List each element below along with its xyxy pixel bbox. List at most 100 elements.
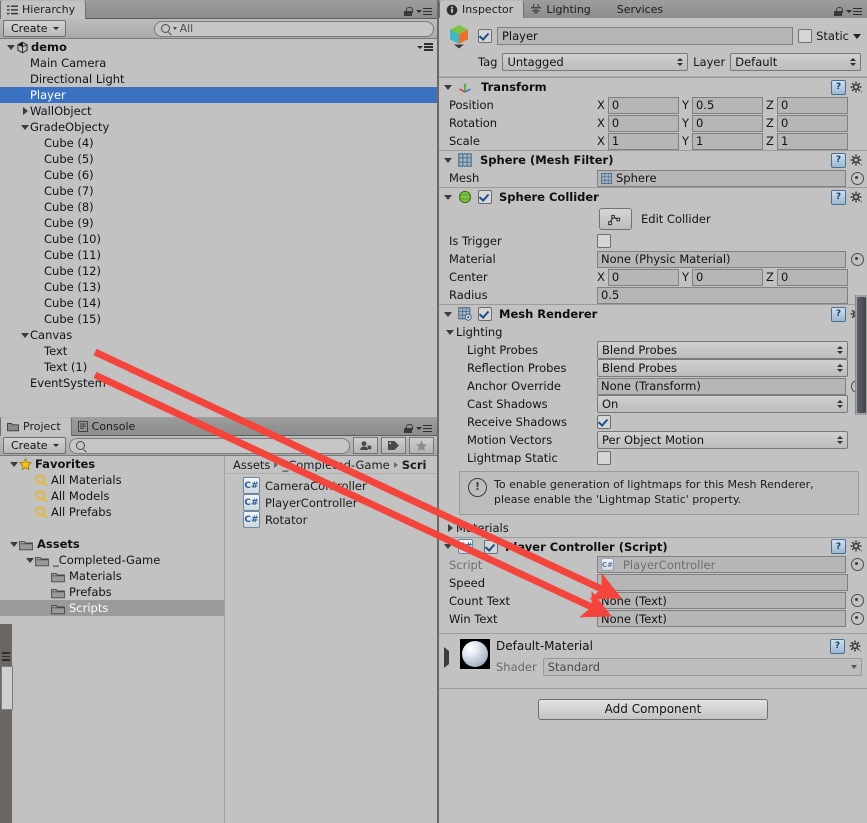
transform-position-x[interactable]: 0 <box>607 96 679 114</box>
hierarchy-search-input[interactable]: All <box>153 20 434 37</box>
win-text-object-field[interactable]: None (Text) <box>597 610 846 628</box>
hierarchy-item-cube-10[interactable]: Cube (10) <box>0 231 437 247</box>
foldout-icon[interactable] <box>444 639 454 668</box>
count-text-object-field[interactable]: None (Text) <box>597 592 846 610</box>
lighting-foldout[interactable]: Lighting <box>439 323 867 341</box>
script-object-field[interactable]: C# PlayerController <box>597 556 846 574</box>
transform-scale-z[interactable]: 1 <box>776 132 848 150</box>
project-tree-item-scripts[interactable]: Scripts <box>0 600 224 616</box>
breadcrumb[interactable]: Assets _Completed-Game Scri <box>225 456 437 474</box>
project-tree-item-favorites[interactable]: Favorites <box>0 456 224 472</box>
hierarchy-item-cube-4[interactable]: Cube (4) <box>0 135 437 151</box>
edit-collider-button[interactable] <box>599 208 632 230</box>
hierarchy-item-cube-15[interactable]: Cube (15) <box>0 311 437 327</box>
collider-material-field[interactable]: None (Physic Material) <box>597 250 846 268</box>
mesh-filter-component-header[interactable]: Sphere (Mesh Filter) ? <box>439 150 867 169</box>
inspector-scrollbar[interactable] <box>855 295 867 415</box>
hierarchy-item-wallobject[interactable]: WallObject <box>0 103 437 119</box>
hierarchy-item-demo[interactable]: demo <box>0 39 437 55</box>
static-toggle[interactable]: Static <box>798 29 861 43</box>
hierarchy-item-main-camera[interactable]: Main Camera <box>0 55 437 71</box>
help-icon[interactable]: ? <box>831 539 846 555</box>
foldout-icon[interactable] <box>442 311 454 317</box>
anchor-override-object-field[interactable]: None (Transform) <box>597 377 846 395</box>
asset-item-rotator[interactable]: C# Rotator <box>225 511 437 528</box>
hierarchy-item-cube-9[interactable]: Cube (9) <box>0 215 437 231</box>
transform-scale-y[interactable]: 1 <box>691 132 764 150</box>
asset-item-playercontroller[interactable]: C# PlayerController <box>225 494 437 511</box>
hierarchy-item-cube-12[interactable]: Cube (12) <box>0 263 437 279</box>
project-create-button[interactable]: Create <box>3 437 66 454</box>
project-tree-item-all-materials[interactable]: All Materials <box>0 472 224 488</box>
gear-icon[interactable] <box>850 540 863 553</box>
project-search-input[interactable] <box>68 437 350 454</box>
mesh-renderer-component-header[interactable]: Mesh Renderer ? <box>439 304 867 323</box>
receive-shadows-checkbox[interactable] <box>597 415 611 429</box>
foldout-icon[interactable] <box>20 124 30 130</box>
foldout-icon[interactable] <box>442 544 454 550</box>
project-tree-item-all-models[interactable]: All Models <box>0 488 224 504</box>
collider-center-z[interactable]: 0 <box>776 268 848 286</box>
foldout-icon[interactable] <box>442 194 454 200</box>
save-filter-star-icon[interactable] <box>409 437 434 454</box>
hierarchy-item-eventsystem[interactable]: EventSystem <box>0 375 437 391</box>
collider-center-x[interactable]: 0 <box>607 268 679 286</box>
add-component-button[interactable]: Add Component <box>538 698 768 720</box>
tag-dropdown[interactable]: Untagged <box>502 53 689 71</box>
help-icon[interactable]: ? <box>831 152 846 168</box>
foldout-icon[interactable] <box>24 557 35 563</box>
materials-foldout[interactable]: Materials <box>439 519 867 537</box>
hierarchy-item-cube-6[interactable]: Cube (6) <box>0 167 437 183</box>
hierarchy-item-cube-5[interactable]: Cube (5) <box>0 151 437 167</box>
transform-rotation-x[interactable]: 0 <box>607 114 679 132</box>
asset-item-cameracontroller[interactable]: C# CameraController <box>225 477 437 494</box>
motion-vectors-dropdown[interactable]: Per Object Motion <box>597 431 848 449</box>
cast-shadows-dropdown[interactable]: On <box>597 395 848 413</box>
lightmap-static-checkbox[interactable] <box>597 451 611 465</box>
foldout-icon[interactable] <box>444 523 456 532</box>
hierarchy-item-cube-7[interactable]: Cube (7) <box>0 183 437 199</box>
player-controller-component-header[interactable]: C# Player Controller (Script) ? <box>439 536 867 556</box>
tab-project[interactable]: Project <box>0 417 72 436</box>
project-tree-item-prefabs[interactable]: Prefabs <box>0 584 224 600</box>
object-picker-icon[interactable] <box>851 171 864 185</box>
static-checkbox[interactable] <box>798 29 813 43</box>
project-tree-item-materials[interactable]: Materials <box>0 568 224 584</box>
breadcrumb-item-1[interactable]: _Completed-Game <box>282 458 389 472</box>
search-by-type-icon[interactable] <box>353 437 378 454</box>
tab-inspector[interactable]: Inspector <box>439 0 525 19</box>
hierarchy-tree[interactable]: demo Main Camera Directional Light Player Wa… <box>0 39 437 391</box>
transform-rotation-z[interactable]: 0 <box>776 114 848 132</box>
sphere-collider-component-header[interactable]: Sphere Collider ? <box>439 187 867 206</box>
shader-dropdown[interactable]: Standard <box>542 657 862 676</box>
hierarchy-item-cube-11[interactable]: Cube (11) <box>0 247 437 263</box>
hierarchy-item-cube-13[interactable]: Cube (13) <box>0 279 437 295</box>
game-object-name-field[interactable]: Player <box>497 27 794 45</box>
help-icon[interactable]: ? <box>831 306 846 322</box>
project-tree-item-completed-game[interactable]: _Completed-Game <box>0 552 224 568</box>
layer-dropdown[interactable]: Default <box>730 53 861 71</box>
foldout-icon[interactable] <box>442 84 454 90</box>
hierarchy-item-text-1[interactable]: Text (1) <box>0 359 437 375</box>
light-probes-dropdown[interactable]: Blend Probes <box>597 341 848 359</box>
collider-radius-field[interactable]: 0.5 <box>597 286 848 304</box>
asset-list[interactable]: C# CameraController C# PlayerController C# Ro… <box>225 474 437 528</box>
object-picker-icon[interactable] <box>851 252 864 266</box>
project-tree-item-all-prefabs[interactable]: All Prefabs <box>0 504 224 520</box>
help-icon[interactable]: ? <box>830 638 845 654</box>
mesh-renderer-enabled-checkbox[interactable] <box>478 307 492 321</box>
object-picker-icon[interactable] <box>851 612 864 626</box>
breadcrumb-item-2[interactable]: Scri <box>402 458 427 472</box>
inspector-scrollbar-thumb[interactable] <box>857 297 866 413</box>
player-controller-enabled-checkbox[interactable] <box>484 539 498 554</box>
transform-component-header[interactable]: Transform ? <box>439 77 867 96</box>
foldout-icon[interactable] <box>8 541 19 547</box>
scene-context-menu-icon[interactable] <box>417 43 433 51</box>
tab-hierarchy[interactable]: Hierarchy <box>0 0 87 19</box>
hierarchy-item-cube-14[interactable]: Cube (14) <box>0 295 437 311</box>
game-object-enabled-checkbox[interactable] <box>478 29 492 43</box>
gear-icon[interactable] <box>850 191 863 204</box>
transform-scale-x[interactable]: 1 <box>607 132 679 150</box>
hierarchy-item-gradeobjecty[interactable]: GradeObjecty <box>0 119 437 135</box>
foldout-icon[interactable] <box>6 44 16 50</box>
